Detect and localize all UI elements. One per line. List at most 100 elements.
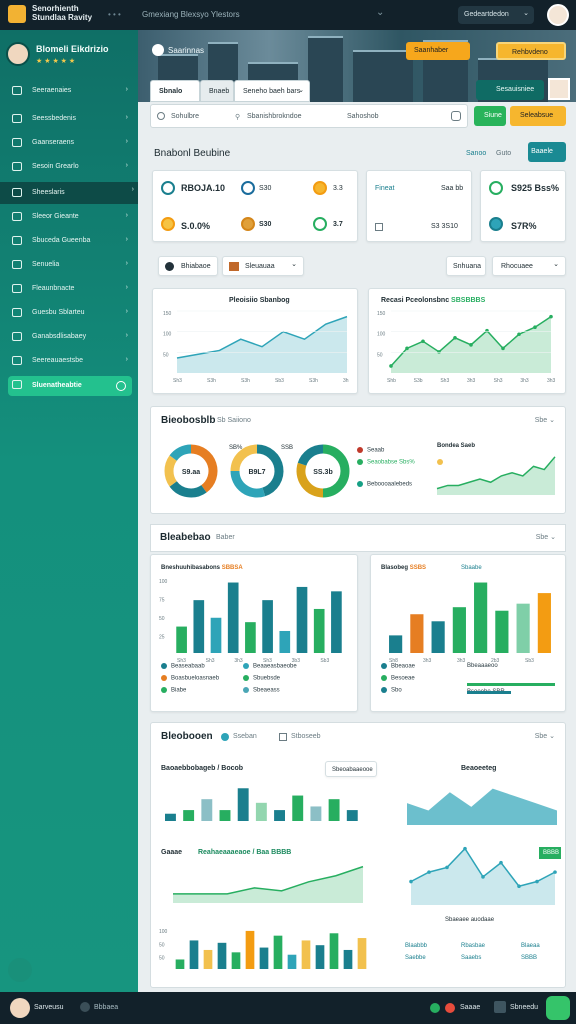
bar-legend-left-label: Sbuebsde <box>253 675 281 682</box>
y-tick-label: 75 <box>159 598 165 604</box>
overview-link-1[interactable]: Sanoo <box>466 150 486 157</box>
kpi-card-2: Fineat Saa bb S3 3S10 <box>366 170 472 242</box>
chevron-right-icon: › <box>131 186 134 193</box>
chevron-right-icon: › <box>125 308 128 315</box>
mr-value: Blaabbb <box>405 943 428 949</box>
sidebar-item-5[interactable]: Sheeslaris › <box>0 182 138 204</box>
x-tick-label: 3h3 <box>457 658 466 664</box>
series-area <box>407 788 557 825</box>
sidebar-item-label: Sesoin Grearlo <box>32 163 79 170</box>
control-3[interactable]: Snhuana <box>446 256 486 276</box>
donut-section: Bieobosblb Sb Saiiono Sbe ⌄ S9.aa B9L7 S… <box>150 406 566 514</box>
search-icon[interactable]: ⚲ <box>235 113 240 121</box>
donut-section-dropdown[interactable]: Sbe ⌄ <box>535 416 555 424</box>
sidebar-item-8[interactable]: Senuelia › <box>8 256 132 274</box>
chevron-right-icon: › <box>125 212 128 219</box>
app-logo-icon[interactable] <box>8 5 26 23</box>
radio-icon[interactable] <box>157 112 165 120</box>
bar-legend-left-item: Beaseabaab <box>161 663 205 670</box>
sidebar-collapse-button[interactable] <box>8 958 32 982</box>
y-tick-label: 50 <box>159 616 165 622</box>
bar <box>410 614 424 653</box>
data-point <box>409 879 413 884</box>
circle-icon <box>116 381 126 391</box>
sidebar-item-10[interactable]: Guesbu Sblarteu › <box>8 304 132 322</box>
sidebar-item-3[interactable]: Gaanseraens › <box>8 134 132 152</box>
sidebar-item-6[interactable]: Sleeor Gieante › <box>8 208 132 226</box>
bar <box>193 600 205 653</box>
kpi-card-3: S925 Bss% S7R% <box>480 170 566 242</box>
series-area <box>173 866 363 903</box>
phone-icon[interactable] <box>430 1003 440 1013</box>
tl-chart-sub: Bocob <box>221 765 244 772</box>
overview-link-2[interactable]: Guto <box>496 150 511 157</box>
tab-2[interactable]: Bnaeb <box>200 80 234 102</box>
hero-action-button[interactable]: Sesauisniee <box>476 80 544 100</box>
hero-secondary-button[interactable]: Rehbvdeno <box>496 42 566 60</box>
sidebar-item-2[interactable]: Seessbedenis › <box>8 110 132 128</box>
sidebar-item-12[interactable]: Seereauaestsbe › <box>8 352 132 370</box>
control-1[interactable]: Bhiabaoe <box>158 256 218 276</box>
search-input[interactable]: Sbanishbrokndoe <box>247 113 302 120</box>
chevron-down-icon[interactable]: ⌄ <box>376 7 384 18</box>
user-avatar[interactable] <box>547 4 569 26</box>
control-2[interactable]: Sleuauaa ⌄ <box>222 256 304 276</box>
donut-legend-2: Seaobabse Sbs% <box>357 459 415 466</box>
tl-chart-button[interactable]: Sbeoabaaeooe <box>325 761 377 777</box>
bar <box>279 630 291 653</box>
sidebar-item-icon <box>12 138 22 147</box>
sidebar-item-13[interactable]: Sluenatheabtie <box>8 376 132 396</box>
bottom-avatar[interactable] <box>10 998 30 1018</box>
filter-1[interactable]: Sohulbre <box>171 113 199 120</box>
hero-avatar[interactable] <box>548 78 570 100</box>
settings-icon[interactable] <box>451 111 461 121</box>
bottom-bar: Sarveusu Bbbaea Saaae Sbneedu <box>0 992 576 1024</box>
bottom-section-sub2[interactable]: Stboseeb <box>291 733 321 740</box>
wallet-icon <box>161 217 175 231</box>
y-tick-label: 150 <box>377 311 386 317</box>
bar <box>389 635 403 653</box>
top-nav-text[interactable]: Gmexiang Blexsyo Ylestors <box>142 10 240 19</box>
bar <box>329 933 339 969</box>
bottom-label[interactable]: Bbbaea <box>94 1004 118 1011</box>
bottom-user-name: Sarveusu <box>34 1004 64 1011</box>
sidebar-item-1[interactable]: Seeraenaies › <box>8 82 132 100</box>
record-icon[interactable] <box>445 1003 455 1013</box>
export-button[interactable]: Seleabsue <box>510 106 566 126</box>
bar-chart-right-card: Blasobeg SSBS Sbaabe Sh8 3h3 3h3 2b3 Sb3 Bbe… <box>370 554 566 712</box>
grid-icon[interactable] <box>494 1001 506 1013</box>
hero-primary-button[interactable]: Saanhaber <box>406 42 470 60</box>
chat-icon[interactable] <box>546 996 570 1020</box>
overview-button[interactable]: Baaele <box>528 142 566 162</box>
sidebar-item-9[interactable]: Fleaunbnacte › <box>8 280 132 298</box>
apply-button[interactable]: Siune <box>474 106 506 126</box>
sidebar-item-label: Seeraenaies <box>32 87 72 94</box>
tab-1[interactable]: Sbnalo <box>150 80 200 102</box>
control-4[interactable]: Rhocuaee ⌄ <box>492 256 566 276</box>
bottom-section-dropdown[interactable]: Sbe ⌄ <box>535 732 555 740</box>
more-icon[interactable]: • • • <box>108 10 121 19</box>
bottom-label-3[interactable]: Sbneedu <box>510 1004 538 1011</box>
data-point <box>421 339 425 344</box>
bar <box>495 610 509 653</box>
mr-chart-caption: Sbaeaee auodaae <box>445 917 495 923</box>
bottom-section-sub1[interactable]: Sseban <box>233 733 257 740</box>
bar <box>237 788 249 821</box>
sidebar-profile[interactable]: Blomeli Eikdrizio ★ ★ ★ ★ ★ <box>6 40 132 70</box>
sidebar-item-11[interactable]: Ganabsdlisabaey › <box>8 328 132 346</box>
bottom-label-2[interactable]: Saaae <box>460 1004 480 1011</box>
data-point <box>533 325 537 330</box>
bar-section-dropdown[interactable]: Sbe ⌄ <box>536 533 556 541</box>
sidebar-item-7[interactable]: Sbuceda Gueenba › <box>8 232 132 250</box>
sidebar-item-4[interactable]: Sesoin Grearlo › <box>8 158 132 176</box>
bar <box>292 795 304 821</box>
bar <box>219 810 231 821</box>
tab-3[interactable]: Seneho baeh bars ⌄ <box>234 80 310 102</box>
building-shape <box>353 50 413 102</box>
filter-3[interactable]: Sahoshob <box>347 113 379 120</box>
bar <box>474 582 488 653</box>
hero-title: Saarinnas <box>168 46 205 55</box>
bar <box>227 582 239 653</box>
workspace-select[interactable]: Gedeartdedon ⌄ <box>458 6 534 24</box>
bar <box>431 621 445 653</box>
